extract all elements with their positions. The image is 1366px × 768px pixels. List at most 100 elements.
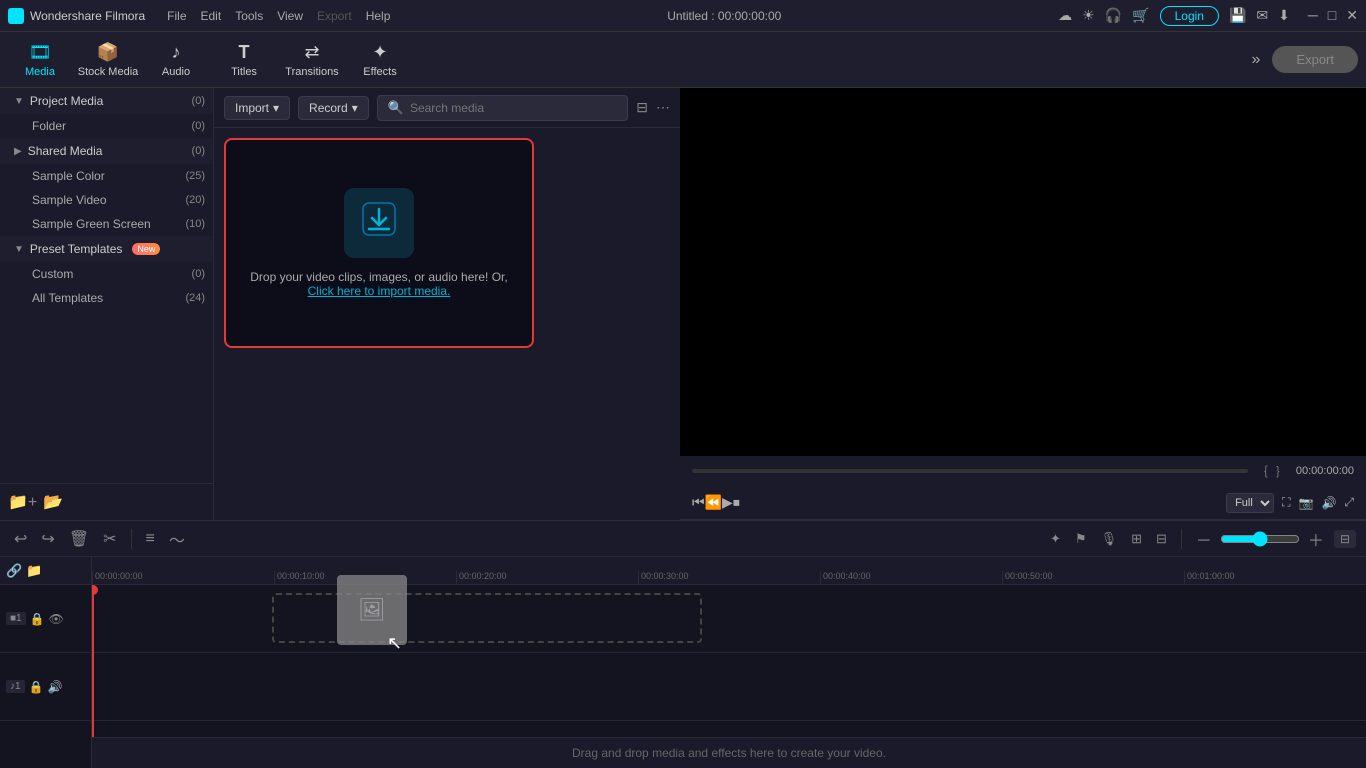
toolbar-media[interactable]: 🎞 Media bbox=[8, 34, 72, 86]
filter-icon[interactable]: ⊟ bbox=[636, 99, 648, 116]
zoom-button[interactable]: ⤢ bbox=[1344, 495, 1354, 510]
skip-back-button[interactable]: ⏮ bbox=[692, 494, 705, 511]
brightness-icon[interactable]: ☀ bbox=[1082, 7, 1095, 24]
toolbar-audio[interactable]: ♪ Audio bbox=[144, 34, 208, 86]
record-button[interactable]: Record ▾ bbox=[298, 96, 369, 120]
minimize-button[interactable]: ─ bbox=[1308, 7, 1318, 24]
drop-text-area: Drop your video clips, images, or audio … bbox=[250, 270, 507, 298]
toolbar-expand-icon[interactable]: » bbox=[1252, 51, 1261, 69]
headphone-icon[interactable]: 🎧 bbox=[1105, 7, 1122, 24]
export-button[interactable]: Export bbox=[1272, 46, 1358, 73]
sidebar-sample-green[interactable]: Sample Green Screen (10) bbox=[0, 212, 213, 236]
sidebar-project-media[interactable]: ▼ Project Media (0) bbox=[0, 88, 213, 114]
project-media-title: Project Media bbox=[30, 94, 103, 108]
waveform-button[interactable]: 〜 bbox=[165, 523, 189, 555]
menu-help[interactable]: Help bbox=[366, 9, 391, 23]
snapshot-button[interactable]: 📷 bbox=[1298, 496, 1313, 510]
titlebar: Wondershare Filmora File Edit Tools View… bbox=[0, 0, 1366, 32]
undo-button[interactable]: ↩ bbox=[10, 525, 31, 553]
sidebar-folder[interactable]: Folder (0) bbox=[0, 114, 213, 138]
window-controls: ─ □ ✕ bbox=[1308, 7, 1358, 24]
toolbar-effects[interactable]: ✦ Effects bbox=[348, 34, 412, 86]
video-track-label: ■1 🔒 👁 bbox=[0, 585, 91, 653]
sidebar-sample-color[interactable]: Sample Color (25) bbox=[0, 164, 213, 188]
video-lock-icon[interactable]: 🔒 bbox=[30, 612, 45, 626]
sidebar-custom[interactable]: Custom (0) bbox=[0, 262, 213, 286]
ruler-mark-5: 00:00:50:00 bbox=[1002, 571, 1184, 584]
video-track-row: 🖼 ↖ bbox=[92, 585, 1366, 653]
frame-back-button[interactable]: ⏪ bbox=[705, 494, 722, 511]
titlebar-left: Wondershare Filmora File Edit Tools View… bbox=[8, 8, 390, 24]
search-box: 🔍 bbox=[377, 95, 629, 121]
login-button[interactable]: Login bbox=[1160, 6, 1219, 26]
menu-export[interactable]: Export bbox=[317, 9, 352, 23]
audio-volume-icon[interactable]: 🔊 bbox=[48, 680, 63, 694]
app-logo bbox=[8, 8, 24, 24]
cut-button[interactable]: ✂ bbox=[99, 525, 120, 553]
volume-button[interactable]: 🔊 bbox=[1321, 496, 1336, 510]
full-screen-button[interactable]: ⛶ bbox=[1282, 495, 1290, 510]
toolbar-transitions[interactable]: ⇄ Transitions bbox=[280, 34, 344, 86]
edit-separator-1 bbox=[131, 529, 132, 549]
preview-time: 00:00:00:00 bbox=[1296, 465, 1354, 477]
title-center: Untitled : 00:00:00:00 bbox=[667, 9, 781, 23]
import-button[interactable]: Import ▾ bbox=[224, 96, 290, 120]
media-icon: 🎞 bbox=[29, 42, 52, 63]
grid-icon[interactable]: ⋯ bbox=[656, 99, 670, 116]
toolbar-stock-media[interactable]: 📦 Stock Media bbox=[76, 34, 140, 86]
cloud-icon[interactable]: ☁ bbox=[1058, 7, 1072, 24]
preview-panel: ｛ ｝ 00:00:00:00 ⏮ ⏪ ▶ ⏹ Full ⛶ 📷 🔊 ⤢ bbox=[680, 88, 1366, 520]
zoom-out-button[interactable]: － bbox=[1192, 523, 1216, 555]
sidebar-preset-templates[interactable]: ▼ Preset Templates New bbox=[0, 236, 213, 262]
magnet-button[interactable]: ✦ bbox=[1046, 527, 1065, 551]
play-button[interactable]: ▶ bbox=[722, 494, 733, 511]
redo-button[interactable]: ↪ bbox=[37, 525, 58, 553]
menu-file[interactable]: File bbox=[167, 9, 186, 23]
maximize-button[interactable]: □ bbox=[1328, 7, 1336, 24]
menu-view[interactable]: View bbox=[277, 9, 303, 23]
search-input[interactable] bbox=[410, 101, 617, 115]
menu-tools[interactable]: Tools bbox=[235, 9, 263, 23]
mic-button[interactable]: 🎙 bbox=[1097, 527, 1122, 551]
progress-bar[interactable] bbox=[692, 469, 1248, 473]
playback-controls: ⏮ ⏪ ▶ ⏹ Full ⛶ 📷 🔊 ⤢ bbox=[680, 486, 1366, 520]
stabilize-button[interactable]: ⊟ bbox=[1152, 527, 1171, 551]
notification-icon[interactable]: ✉ bbox=[1256, 7, 1268, 24]
audio-lock-icon[interactable]: 🔒 bbox=[29, 680, 44, 694]
quality-select[interactable]: Full bbox=[1226, 493, 1274, 513]
zoom-in-button[interactable]: ＋ bbox=[1304, 523, 1328, 555]
toolbar-titles[interactable]: T Titles bbox=[212, 34, 276, 86]
folder-button[interactable]: 📂 bbox=[43, 492, 63, 512]
video-eye-icon[interactable]: 👁 bbox=[49, 612, 64, 626]
project-media-count: (0) bbox=[192, 95, 205, 107]
zoom-slider[interactable] bbox=[1220, 531, 1300, 547]
add-folder-button[interactable]: 📁+ bbox=[8, 492, 37, 512]
link-button[interactable]: 🔗 bbox=[6, 563, 22, 579]
fit-button[interactable]: ⊟ bbox=[1334, 530, 1356, 548]
import-link[interactable]: Click here to import media. bbox=[308, 284, 451, 298]
sidebar-sample-video[interactable]: Sample Video (20) bbox=[0, 188, 213, 212]
preset-templates-chevron: ▼ bbox=[14, 244, 24, 255]
panel-button[interactable]: ⊞ bbox=[1127, 527, 1146, 551]
content-area: Drop your video clips, images, or audio … bbox=[214, 128, 680, 520]
drop-area[interactable]: Drop your video clips, images, or audio … bbox=[224, 138, 534, 348]
titles-icon: T bbox=[239, 42, 250, 63]
folder-track-button[interactable]: 📁 bbox=[26, 563, 42, 579]
menu-edit[interactable]: Edit bbox=[201, 9, 222, 23]
middle-section: ▼ Project Media (0) Folder (0) ▶ Shared … bbox=[0, 88, 1366, 520]
media-label: Media bbox=[25, 66, 55, 78]
delete-button[interactable]: 🗑 bbox=[65, 525, 93, 553]
sidebar-shared-media[interactable]: ▶ Shared Media (0) bbox=[0, 138, 213, 164]
sidebar-all-templates[interactable]: All Templates (24) bbox=[0, 286, 213, 310]
mark-button[interactable]: ⚑ bbox=[1071, 527, 1091, 551]
save-icon[interactable]: 💾 bbox=[1229, 7, 1246, 24]
drop-text: Drop your video clips, images, or audio … bbox=[250, 270, 507, 284]
main-toolbar: 🎞 Media 📦 Stock Media ♪ Audio T Titles ⇄… bbox=[0, 32, 1366, 88]
track-labels: 🔗 📁 ■1 🔒 👁 ♪1 🔒 🔊 bbox=[0, 557, 92, 768]
audio-eq-button[interactable]: ≡ bbox=[142, 526, 159, 552]
stop-button[interactable]: ⏹ bbox=[733, 494, 740, 511]
titles-label: Titles bbox=[231, 66, 257, 78]
cart-icon[interactable]: 🛒 bbox=[1132, 7, 1149, 24]
close-button[interactable]: ✕ bbox=[1346, 7, 1358, 24]
download-icon[interactable]: ⬇ bbox=[1278, 7, 1290, 24]
